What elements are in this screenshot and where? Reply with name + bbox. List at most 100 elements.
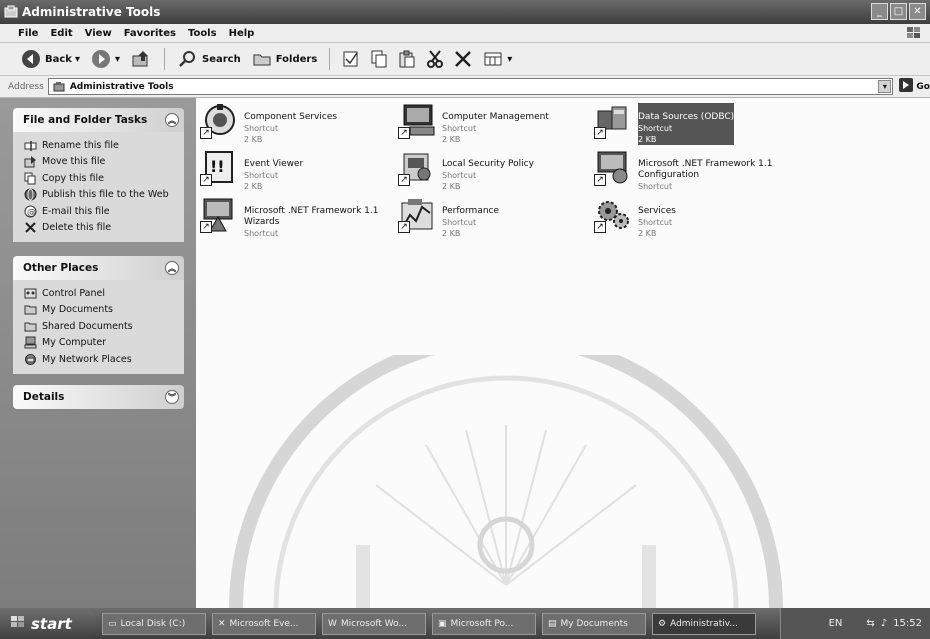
volume-tray-icon[interactable]: ♪ (881, 618, 887, 629)
forward-dropdown-icon[interactable]: ▾ (115, 54, 120, 65)
windows-logo-icon (906, 26, 922, 40)
file-name: Services (638, 206, 676, 216)
task-label: Delete this file (42, 222, 112, 234)
place-my-network[interactable]: My Network Places (23, 351, 178, 368)
paste-icon[interactable] (396, 48, 418, 70)
cut-icon[interactable] (424, 48, 446, 70)
taskbar-button-word[interactable]: W Microsoft Wo... (322, 612, 426, 635)
language-indicator[interactable]: EN (829, 618, 843, 629)
taskbar-button-admin-tools[interactable]: ⚙ Administrativ... (652, 612, 756, 635)
place-my-documents[interactable]: My Documents (23, 302, 178, 319)
file-item-event-viewer[interactable]: !! ↗ Event Viewer Shortcut 2 KB (200, 150, 303, 192)
move-to-icon[interactable] (340, 48, 362, 70)
views-dropdown-icon[interactable]: ▾ (507, 54, 512, 65)
place-control-panel[interactable]: Control Panel (23, 285, 178, 302)
file-type: Shortcut (638, 218, 673, 227)
taskbar-button-event-viewer[interactable]: ✕ Microsoft Eve... (212, 612, 316, 635)
file-item-component-services[interactable]: ↗ Component Services Shortcut 2 KB (200, 103, 337, 145)
system-tray: EN ⇆ ♪ 15:52 (780, 608, 930, 639)
rename-icon (23, 138, 37, 152)
forward-button[interactable]: ▾ (88, 46, 122, 72)
admin-tools-icon: ⚙ (658, 618, 667, 629)
task-move[interactable]: Move this file (23, 154, 178, 171)
window-controls: _ □ ✕ (871, 3, 926, 20)
file-item-net-configuration[interactable]: ↗ Microsoft .NET Framework 1.1 Configura… (594, 150, 778, 192)
data-sources-icon: ↗ (594, 103, 632, 139)
start-button[interactable]: start (0, 608, 96, 639)
task-copy[interactable]: Copy this file (23, 170, 178, 187)
menu-edit[interactable]: Edit (50, 28, 72, 39)
clock[interactable]: 15:52 (893, 618, 922, 629)
file-item-net-wizards[interactable]: ↗ Microsoft .NET Framework 1.1 Wizards S… (200, 197, 384, 239)
place-label: Shared Documents (42, 320, 133, 332)
maximize-button[interactable]: □ (890, 3, 907, 20)
task-publish[interactable]: Publish this file to the Web (23, 187, 178, 204)
file-size: 2 KB (442, 229, 461, 238)
panel-title: Other Places (23, 262, 99, 274)
file-item-local-security-policy[interactable]: ↗ Local Security Policy Shortcut 2 KB (398, 150, 534, 192)
toolbar-separator (164, 48, 166, 70)
search-button[interactable]: Search (175, 46, 243, 72)
taskbar-button-local-disk[interactable]: ▭ Local Disk (C:) (102, 612, 206, 635)
file-item-data-sources[interactable]: ↗ Data Sources (ODBC) Shortcut 2 KB (594, 103, 735, 145)
panel-header[interactable]: File and Folder Tasks ︽ (13, 108, 184, 132)
collapse-up-icon[interactable]: ︽ (165, 261, 179, 275)
views-button[interactable]: ▾ (480, 46, 514, 72)
taskbar-button-label: Microsoft Po... (450, 618, 514, 629)
task-email[interactable]: @ E-mail this file (23, 203, 178, 220)
file-item-computer-management[interactable]: ↗ Computer Management Shortcut 2 KB (398, 103, 549, 145)
copy-to-icon[interactable] (368, 48, 390, 70)
expand-down-icon[interactable]: ︾ (165, 390, 179, 404)
close-button[interactable]: ✕ (909, 3, 926, 20)
network-tray-icon[interactable]: ⇆ (866, 618, 874, 629)
up-folder-button[interactable] (128, 46, 154, 72)
back-dropdown-icon[interactable]: ▾ (75, 54, 80, 65)
shortcut-arrow-icon: ↗ (200, 221, 212, 233)
computer-management-icon: ↗ (398, 103, 436, 139)
title-bar: Administrative Tools _ □ ✕ (0, 0, 930, 24)
task-delete[interactable]: Delete this file (23, 220, 178, 237)
panel-header[interactable]: Details ︾ (13, 385, 184, 409)
file-name: Component Services (244, 112, 338, 122)
menu-favorites[interactable]: Favorites (124, 28, 176, 39)
address-input[interactable]: Administrative Tools ▾ (47, 78, 894, 95)
net-wizards-icon: ↗ (200, 197, 238, 233)
menu-file[interactable]: File (18, 28, 38, 39)
file-type: Shortcut (638, 182, 673, 191)
menu-help[interactable]: Help (229, 28, 255, 39)
menu-view[interactable]: View (85, 28, 112, 39)
panel-header[interactable]: Other Places ︽ (13, 256, 184, 280)
folder-icon (23, 319, 37, 333)
place-my-computer[interactable]: My Computer (23, 335, 178, 352)
file-item-services[interactable]: ↗ Services Shortcut 2 KB (594, 197, 676, 239)
services-icon: ↗ (594, 197, 632, 233)
taskbar-button-my-documents[interactable]: ▤ My Documents (542, 612, 646, 635)
taskbar: start ▭ Local Disk (C:) ✕ Microsoft Eve.… (0, 608, 930, 639)
file-item-performance[interactable]: ↗ Performance Shortcut 2 KB (398, 197, 499, 239)
task-label: Move this file (42, 156, 106, 168)
address-dropdown-icon[interactable]: ▾ (878, 80, 892, 93)
place-shared-documents[interactable]: Shared Documents (23, 318, 178, 335)
address-bar: Address Administrative Tools ▾ Go (0, 76, 930, 98)
go-button[interactable]: Go (899, 78, 930, 95)
file-name: Computer Management (442, 112, 549, 122)
go-label: Go (916, 81, 930, 92)
folders-button[interactable]: Folders (249, 46, 320, 72)
minimize-button[interactable]: _ (871, 3, 888, 20)
net-config-icon: ↗ (594, 150, 632, 186)
toolbar: Back ▾ ▾ Search Folders ▾ (0, 43, 930, 76)
window-title: Administrative Tools (22, 5, 161, 19)
delete-icon (23, 221, 37, 235)
task-rename[interactable]: Rename this file (23, 137, 178, 154)
collapse-up-icon[interactable]: ︽ (165, 113, 179, 127)
back-arrow-icon (20, 48, 42, 70)
file-name: Performance (442, 206, 500, 216)
security-policy-icon: ↗ (398, 150, 436, 186)
toolbar-separator (329, 48, 331, 70)
task-pane: File and Folder Tasks ︽ Rename this file… (0, 98, 196, 608)
taskbar-button-powerpoint[interactable]: ▣ Microsoft Po... (432, 612, 536, 635)
back-button[interactable]: Back ▾ (18, 46, 82, 72)
file-name: Microsoft .NET Framework 1.1 Configurati… (638, 159, 773, 180)
menu-tools[interactable]: Tools (188, 28, 217, 39)
delete-icon[interactable] (452, 48, 474, 70)
